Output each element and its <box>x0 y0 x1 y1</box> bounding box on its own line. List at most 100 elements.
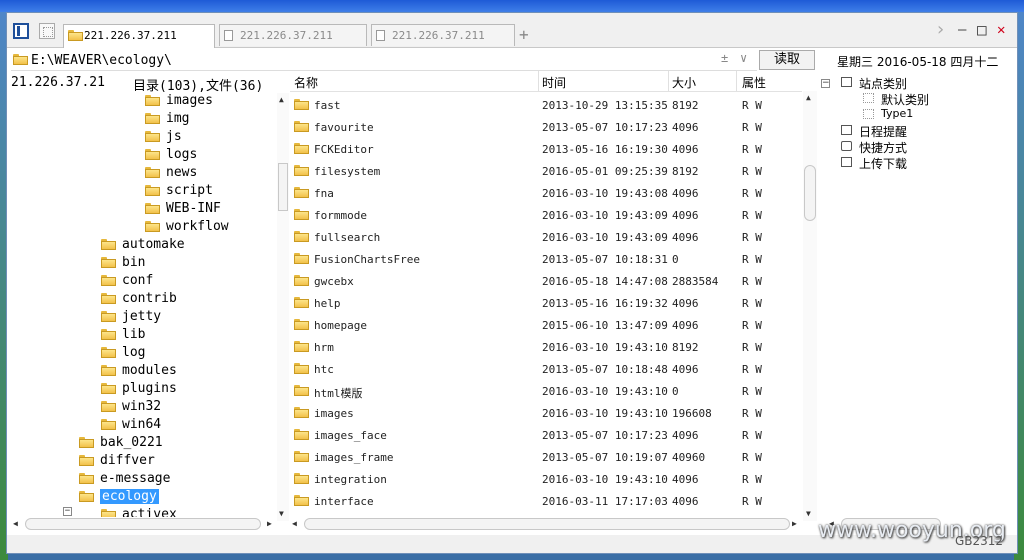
tab-label: 221.226.37.211 <box>240 29 333 42</box>
file-row[interactable]: htc 2013-05-07 10:18:48 4096 R W <box>290 359 802 381</box>
file-row[interactable]: help 2013-05-16 16:19:32 4096 R W <box>290 293 802 315</box>
scroll-down-icon[interactable]: ▼ <box>279 509 284 518</box>
tree-horizontal-scrollbar[interactable]: ◀ ▶ <box>11 517 277 531</box>
column-attr[interactable]: 属性 <box>742 74 766 91</box>
column-divider <box>538 71 539 91</box>
file-row[interactable]: integration 2016-03-10 19:43:10 4096 R W <box>290 469 802 491</box>
folder-icon <box>145 221 160 232</box>
scroll-thumb[interactable] <box>304 518 790 530</box>
file-attr: R W <box>742 429 762 442</box>
file-size: 8192 <box>672 99 699 112</box>
scroll-left-icon[interactable]: ◀ <box>292 519 297 528</box>
tab-label: 221.226.37.211 <box>84 29 177 42</box>
file-name: htc <box>314 363 334 376</box>
scroll-thumb[interactable] <box>278 163 288 211</box>
list-horizontal-scrollbar[interactable]: ◀ ▶ <box>290 517 802 531</box>
scroll-thumb[interactable] <box>25 518 261 530</box>
tab-3[interactable]: 221.226.37.211 <box>371 24 515 46</box>
category-label: Type1 <box>881 107 914 120</box>
file-row[interactable]: images_face 2013-05-07 10:17:23 4096 R W <box>290 425 802 447</box>
file-attr: R W <box>742 451 762 464</box>
file-row[interactable]: gwcebx 2016-05-18 14:47:08 2883584 R W <box>290 271 802 293</box>
minimize-button[interactable]: – <box>958 22 966 38</box>
file-size: 196608 <box>672 407 712 420</box>
file-row[interactable]: interface 2016-03-11 17:17:03 4096 R W <box>290 491 802 513</box>
file-row[interactable]: FCKEditor 2013-05-16 16:19:30 4096 R W <box>290 139 802 161</box>
file-row[interactable]: html模版 2016-03-10 19:43:10 0 R W <box>290 381 802 403</box>
page-icon <box>376 30 385 41</box>
file-time: 2013-05-16 16:19:32 <box>542 297 668 310</box>
file-time: 2013-05-07 10:17:23 <box>542 429 668 442</box>
file-name: help <box>314 297 341 310</box>
file-row[interactable]: fast 2013-10-29 13:15:35 8192 R W <box>290 95 802 117</box>
maximize-button[interactable]: □ <box>977 20 987 39</box>
folder-icon <box>79 455 94 466</box>
new-session-icon[interactable] <box>39 23 55 39</box>
folder-icon <box>294 407 309 418</box>
file-attr: R W <box>742 275 762 288</box>
folder-icon <box>294 165 309 176</box>
add-tab-button[interactable]: + <box>519 25 529 44</box>
column-time[interactable]: 时间 <box>542 74 566 91</box>
read-button[interactable]: 读取 <box>759 50 815 70</box>
scroll-thumb[interactable] <box>804 165 816 221</box>
column-size[interactable]: 大小 <box>672 74 696 91</box>
folder-icon <box>79 437 94 448</box>
scroll-down-icon[interactable]: ▼ <box>806 509 811 518</box>
file-row[interactable]: hrm 2016-03-10 19:43:10 8192 R W <box>290 337 802 359</box>
toggle-icon[interactable]: ± <box>721 51 728 65</box>
scroll-right-icon[interactable]: ▶ <box>792 519 797 528</box>
list-vertical-scrollbar[interactable]: ▲ ▼ <box>803 91 817 521</box>
scroll-up-icon[interactable]: ▲ <box>279 95 284 104</box>
folder-icon <box>294 429 309 440</box>
folder-icon <box>294 209 309 220</box>
file-size: 4096 <box>672 143 699 156</box>
file-row[interactable]: formmode 2016-03-10 19:43:09 4096 R W <box>290 205 802 227</box>
folder-icon <box>101 401 116 412</box>
file-row[interactable]: filesystem 2016-05-01 09:25:39 8192 R W <box>290 161 802 183</box>
file-name: fast <box>314 99 341 112</box>
folder-icon <box>294 253 309 264</box>
scroll-up-icon[interactable]: ▲ <box>806 93 811 102</box>
file-attr: R W <box>742 253 762 266</box>
file-attr: R W <box>742 165 762 178</box>
site-panel: − 站点类别 默认类别 Type1 日程提醒 快捷方式 上传下载 <box>819 73 1017 533</box>
scroll-right-icon[interactable]: ▶ <box>267 519 272 528</box>
tab-label: 221.226.37.211 <box>392 29 485 42</box>
tree-vertical-scrollbar[interactable]: ▲ ▼ <box>277 93 289 521</box>
category-icon <box>863 93 874 103</box>
column-name[interactable]: 名称 <box>294 74 318 91</box>
tab-1[interactable]: 221.226.37.211 <box>63 24 215 48</box>
collapse-icon[interactable]: − <box>821 79 830 88</box>
chevron-down-icon[interactable]: ∨ <box>740 51 747 65</box>
folder-icon <box>145 149 160 160</box>
path-input[interactable]: E:\WEAVER\ecology\ <box>11 51 757 71</box>
file-name: fna <box>314 187 334 200</box>
folder-icon <box>294 275 309 286</box>
file-row[interactable]: FusionChartsFree 2013-05-07 10:18:31 0 R W <box>290 249 802 271</box>
file-time: 2013-05-07 10:18:48 <box>542 363 668 376</box>
file-name: images <box>314 407 354 420</box>
file-manager-window: 221.226.37.211 221.226.37.211 221.226.37… <box>6 12 1018 554</box>
panel-toggle-icon[interactable] <box>13 23 29 39</box>
scroll-left-icon[interactable]: ◀ <box>13 519 18 528</box>
next-tab-icon[interactable]: › <box>935 19 946 40</box>
file-row[interactable]: fullsearch 2016-03-10 19:43:09 4096 R W <box>290 227 802 249</box>
file-attr: R W <box>742 341 762 354</box>
file-row[interactable]: fna 2016-03-10 19:43:08 4096 R W <box>290 183 802 205</box>
collapse-icon[interactable]: − <box>63 507 72 516</box>
file-size: 8192 <box>672 165 699 178</box>
file-row[interactable]: images_frame 2013-05-07 10:19:07 40960 R W <box>290 447 802 469</box>
file-time: 2016-03-10 19:43:10 <box>542 341 668 354</box>
tab-2[interactable]: 221.226.37.211 <box>219 24 367 46</box>
close-button[interactable]: ✕ <box>997 22 1005 38</box>
folder-icon <box>101 329 116 340</box>
file-row[interactable]: images 2016-03-10 19:43:10 196608 R W <box>290 403 802 425</box>
file-attr: R W <box>742 143 762 156</box>
file-row[interactable]: favourite 2013-05-07 10:17:23 4096 R W <box>290 117 802 139</box>
file-time: 2013-05-07 10:18:31 <box>542 253 668 266</box>
file-name: interface <box>314 495 374 508</box>
file-row[interactable]: homepage 2015-06-10 13:47:09 4096 R W <box>290 315 802 337</box>
file-attr: R W <box>742 297 762 310</box>
folder-icon <box>294 143 309 154</box>
